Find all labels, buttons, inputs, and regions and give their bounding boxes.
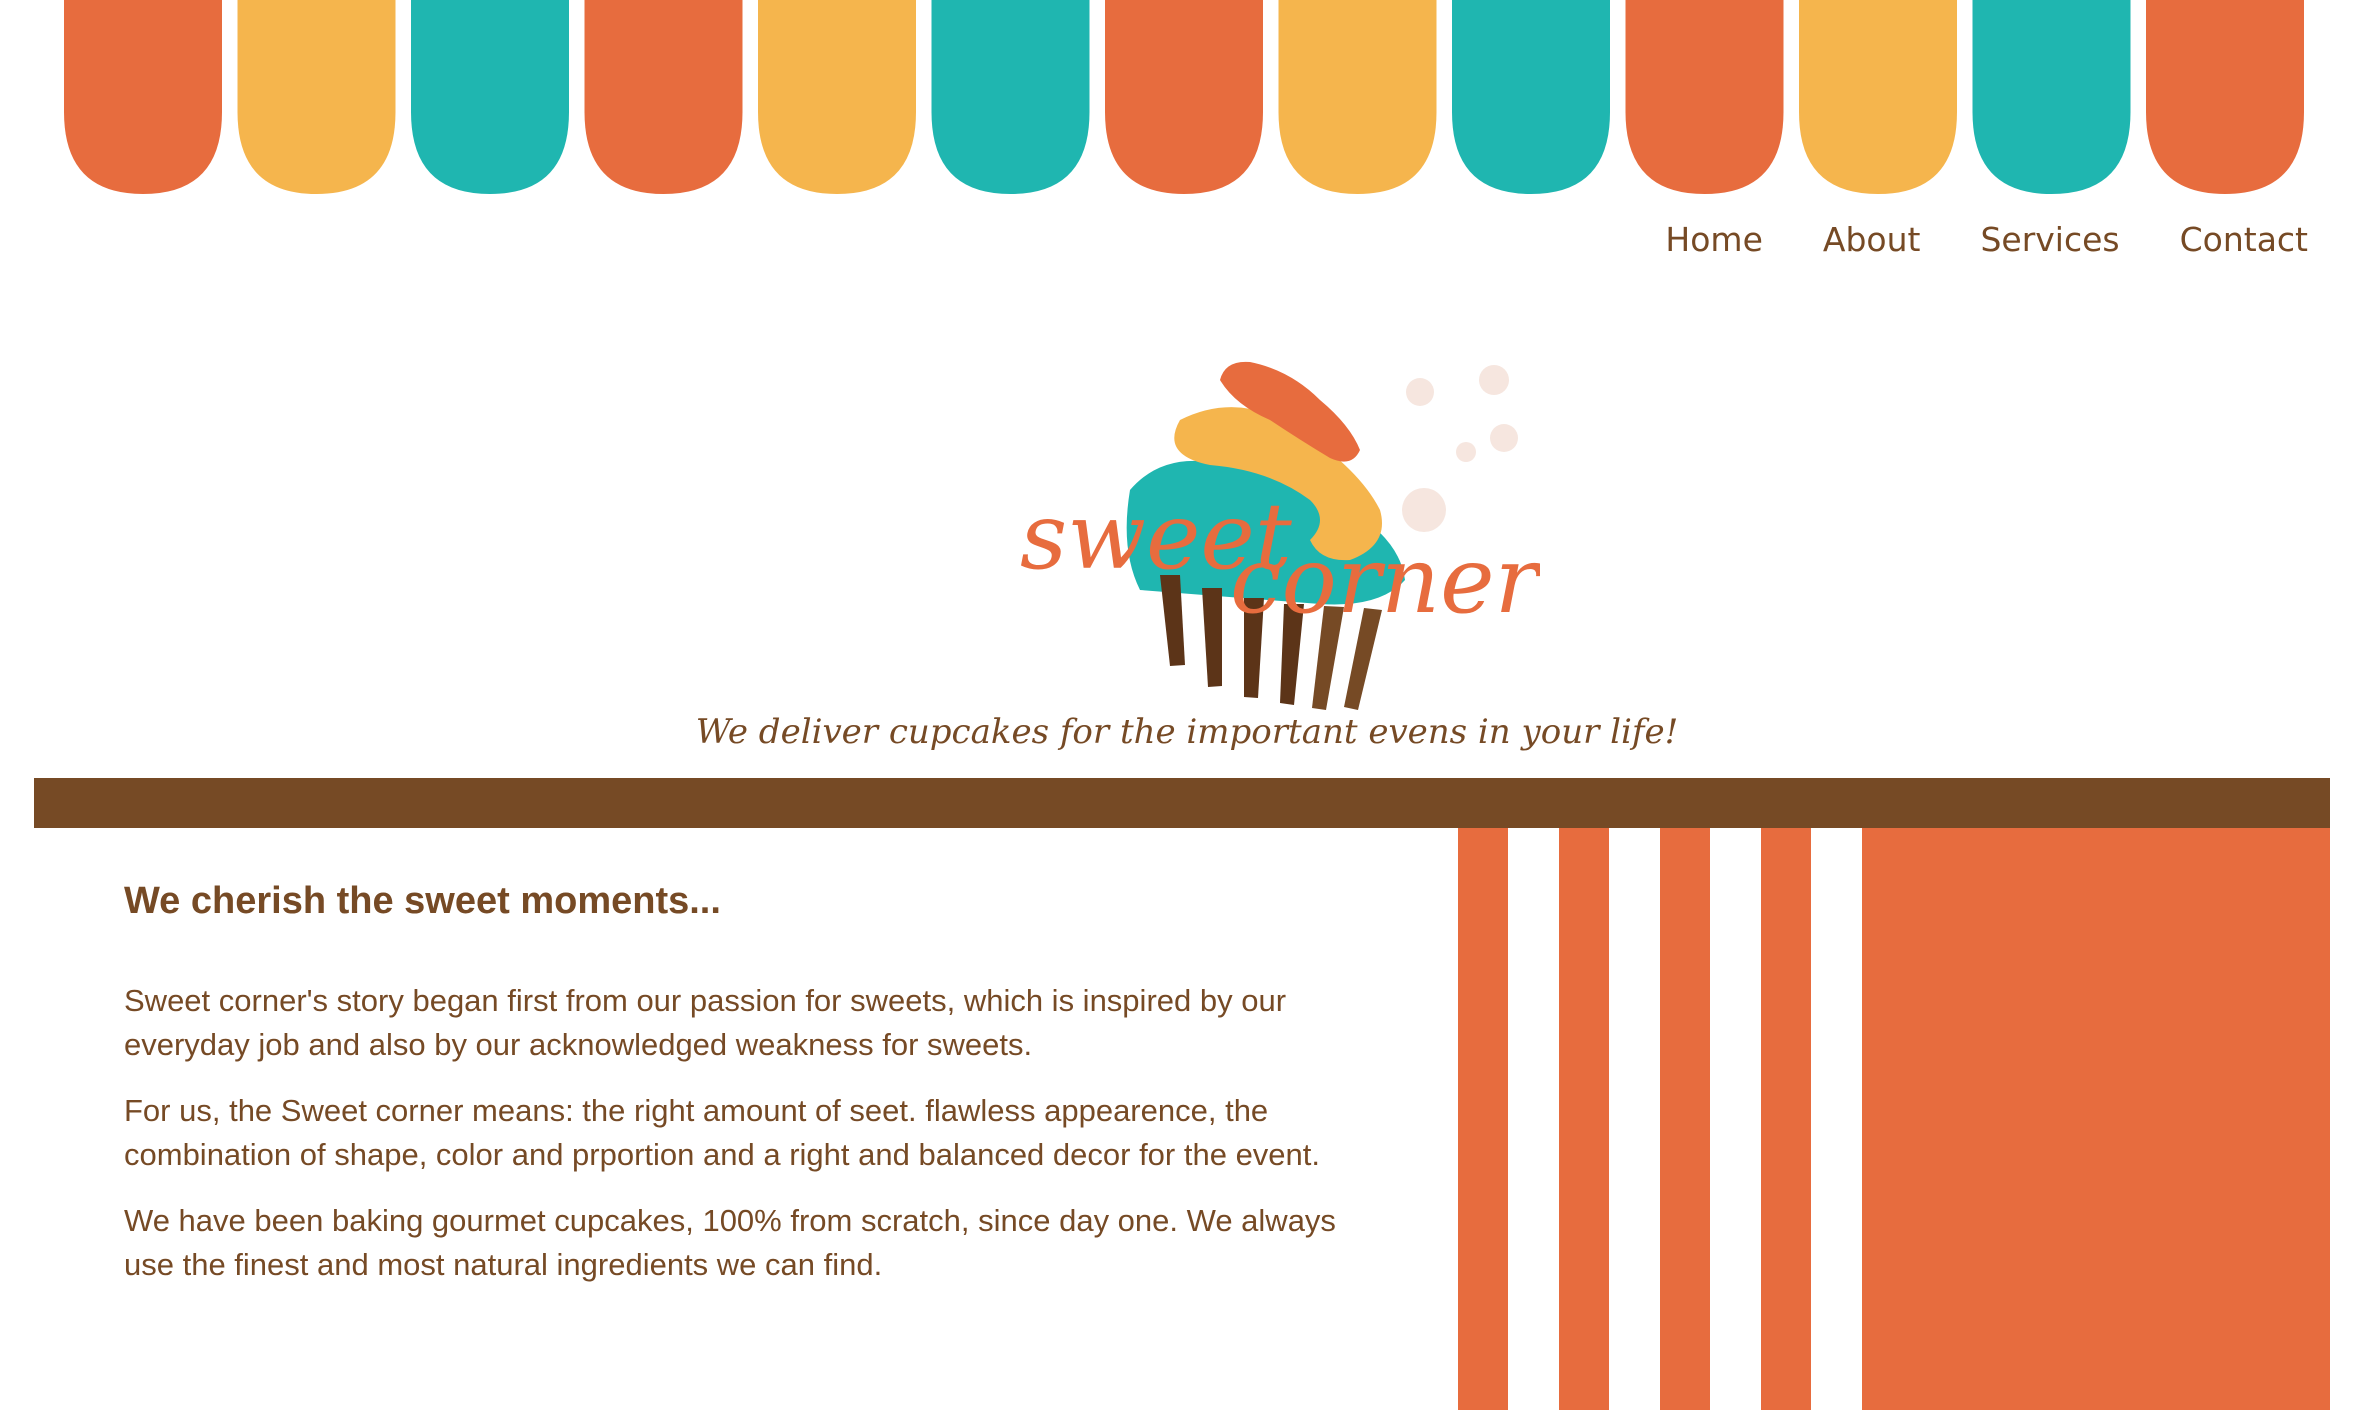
logo-word-corner: corner bbox=[1230, 527, 1540, 634]
awning-scallop bbox=[64, 0, 222, 194]
paragraph-meaning: For us, the Sweet corner means: the righ… bbox=[124, 1093, 1321, 1172]
awning-scallop bbox=[1278, 0, 1437, 194]
awning-scallop bbox=[1625, 0, 1784, 194]
awning-scallop bbox=[1799, 0, 1957, 194]
tagline: We deliver cupcakes for the important ev… bbox=[695, 712, 1679, 752]
awning-scallop bbox=[1105, 0, 1263, 194]
main-nav: Home About Services Contact bbox=[1605, 220, 2308, 259]
awning-scallop bbox=[931, 0, 1090, 194]
nav-about-link[interactable]: About bbox=[1823, 220, 1921, 259]
awning-scallop bbox=[2146, 0, 2304, 194]
nav-services-link[interactable]: Services bbox=[1980, 220, 2119, 259]
awning-scallop bbox=[411, 0, 569, 194]
paragraph-story: Sweet corner's story began first from ou… bbox=[124, 983, 1287, 1062]
striped-decoration bbox=[1458, 828, 2330, 1410]
awning-scallop bbox=[1452, 0, 1610, 194]
about-section: We cherish the sweet moments... Sweet co… bbox=[124, 880, 1384, 1309]
nav-contact-link[interactable]: Contact bbox=[2180, 220, 2308, 259]
awning-scallop bbox=[237, 0, 396, 194]
awning-banner bbox=[64, 0, 2304, 194]
paragraph-baking: We have been baking gourmet cupcakes, 10… bbox=[124, 1203, 1336, 1282]
sweet-corner-logo[interactable]: sweet corner bbox=[1020, 350, 1540, 720]
awning-scallop bbox=[1972, 0, 2131, 194]
section-heading: We cherish the sweet moments... bbox=[124, 880, 721, 922]
nav-home-link[interactable]: Home bbox=[1665, 220, 1762, 259]
awning-scallop bbox=[584, 0, 743, 194]
divider-bar bbox=[34, 778, 2330, 828]
awning-scallop bbox=[758, 0, 916, 194]
